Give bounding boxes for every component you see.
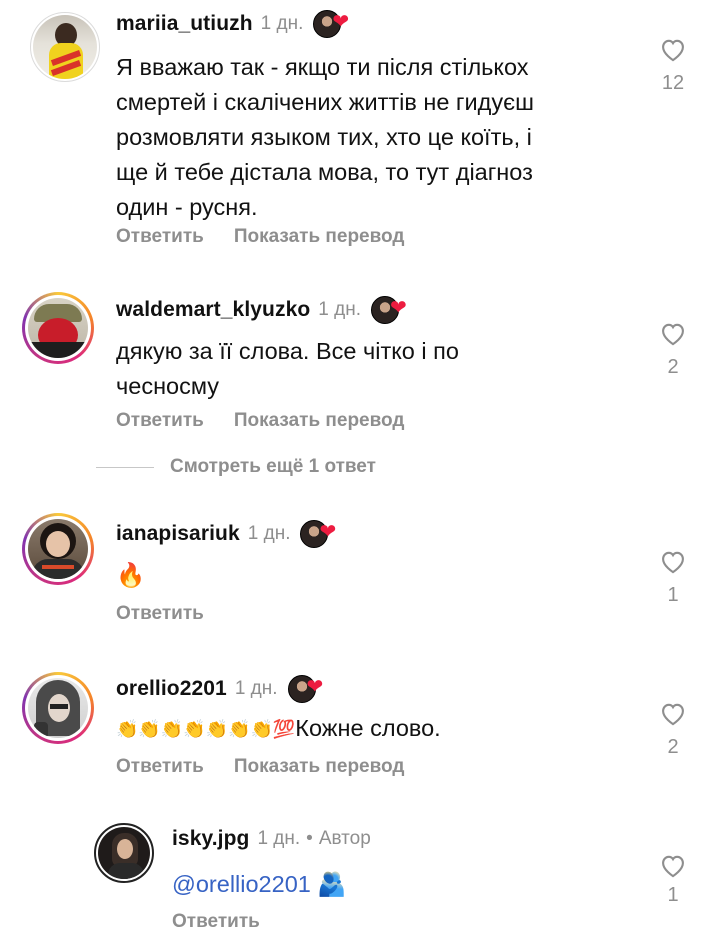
reply-button[interactable]: Ответить — [172, 911, 260, 931]
comment-text: 🔥 — [116, 558, 145, 593]
comment-text: 👏👏👏👏👏👏👏💯Кожне слово. — [116, 711, 441, 747]
clapping-emoji: 👏👏👏👏👏👏👏💯 — [116, 719, 296, 740]
username[interactable]: waldemart_klyuzko — [116, 298, 310, 322]
creator-liked-heart-icon: ❤ — [287, 675, 328, 703]
comment-text: @orellio2201 🫂 — [172, 867, 347, 902]
timestamp: 1 дн. — [318, 299, 361, 320]
timestamp: 1 дн. — [257, 828, 301, 849]
view-more-replies-button[interactable]: Смотреть ещё 1 ответ — [96, 456, 376, 478]
like-count: 2 — [667, 736, 679, 758]
like-count: 2 — [667, 356, 679, 378]
comment-text: дякую за її слова. Все чітко і по чеснос… — [116, 338, 459, 399]
avatar[interactable] — [22, 513, 94, 585]
username[interactable]: ianapisariuk — [116, 522, 240, 546]
comment-text: Я вважаю так - якщо ти після стількох см… — [116, 54, 534, 220]
show-translation-button[interactable]: Показать перевод — [234, 226, 405, 248]
timestamp: 1 дн. — [260, 13, 304, 34]
like-count: 12 — [661, 72, 685, 94]
avatar[interactable] — [94, 823, 154, 883]
view-more-replies-label: Смотреть ещё 1 ответ — [170, 456, 376, 477]
username[interactable]: isky.jpg — [172, 827, 249, 851]
show-translation-button[interactable]: Показать перевод — [234, 756, 405, 778]
reply-button[interactable]: Ответить — [116, 410, 204, 432]
username[interactable]: orellio2201 — [116, 677, 227, 701]
separator-dot: • — [306, 828, 313, 849]
creator-liked-heart-icon: ❤ — [371, 296, 411, 324]
username[interactable]: mariia_utiuzh — [116, 12, 253, 36]
avatar[interactable] — [22, 292, 94, 364]
like-count: 1 — [667, 584, 679, 606]
timestamp: 1 дн. — [247, 523, 291, 544]
heart-outline-icon[interactable] — [659, 700, 687, 726]
avatar[interactable] — [22, 672, 94, 744]
heart-outline-icon[interactable] — [659, 852, 687, 878]
heart-outline-icon[interactable] — [659, 320, 687, 346]
heart-outline-icon[interactable] — [659, 548, 687, 574]
creator-liked-heart-icon: ❤ — [313, 10, 353, 38]
divider — [96, 466, 154, 468]
reply-button[interactable]: Ответить — [116, 603, 204, 625]
author-badge: Автор — [318, 828, 371, 849]
fire-emoji: 🔥 — [116, 562, 146, 588]
reply-button[interactable]: Ответить — [116, 226, 204, 248]
avatar[interactable] — [30, 12, 100, 82]
hug-emoji: 🫂 — [317, 871, 347, 897]
heart-outline-icon[interactable] — [659, 36, 687, 62]
like-count: 1 — [667, 884, 679, 906]
creator-liked-heart-icon: ❤ — [300, 520, 340, 548]
timestamp: 1 дн. — [234, 678, 278, 699]
mention-link[interactable]: @orellio2201 — [172, 871, 311, 897]
reply-button[interactable]: Ответить — [116, 756, 204, 778]
show-translation-button[interactable]: Показать перевод — [234, 410, 405, 432]
